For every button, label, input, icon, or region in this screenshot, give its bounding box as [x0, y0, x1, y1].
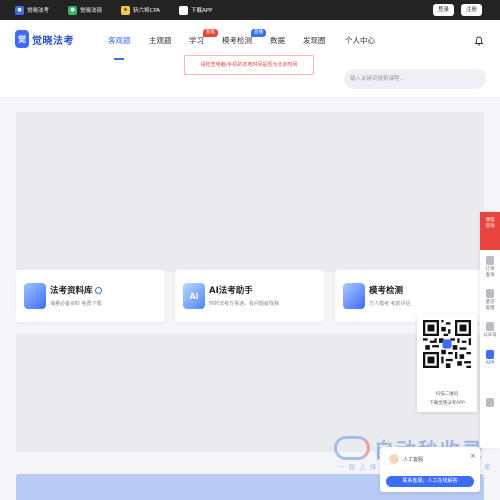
topbar-link-label: 斩六将CPA [133, 8, 161, 14]
course-consult-button[interactable]: 课程 咨询 [480, 212, 500, 250]
ai-assistant-icon: Ai [183, 283, 205, 309]
app-qr-popup: 扫描二维码 下载觉晓法考APP [417, 314, 477, 412]
card-title: AI法考助手 [209, 286, 253, 296]
nav-item-mock-exam[interactable]: 模考检测 [222, 35, 252, 46]
juexiao-logo-icon: ● [15, 5, 24, 15]
time-notice: 请检查电脑/手机的本地时间是否为北京时间 [184, 55, 314, 75]
fashuo-logo-icon: ● [68, 5, 77, 15]
arrow-up-icon [486, 398, 494, 407]
rail-top[interactable] [480, 398, 500, 409]
apple-icon [179, 5, 188, 15]
rail-feedback[interactable]: 意见 反馈 [480, 289, 500, 312]
register-button[interactable]: 注册 [461, 4, 483, 16]
nav-item-discover[interactable]: 发现圈 [303, 35, 326, 46]
contact-service-button[interactable]: 联系客服，人工在线解答 [386, 476, 474, 487]
card-subtitle: 你的法考万事通，有问题就找我 [209, 301, 280, 307]
side-rail: 课程 咨询 订单 查询 意见 反馈 公众号 APP [480, 212, 500, 448]
card-resource-library[interactable]: 法考资料库 海量必备资料 免费下载 [16, 270, 165, 322]
exam-paper-icon [343, 283, 365, 309]
topbar-link-fashuo[interactable]: ● 觉晓法硕 [68, 4, 102, 16]
bell-icon[interactable] [474, 36, 484, 46]
card-title: 法考资料库 [50, 284, 102, 296]
customer-service-popup: 人工客服 × 联系客服，人工在线解答 [380, 447, 480, 492]
card-subtitle: 万人模考 考前评估 [369, 301, 411, 307]
phone-icon [486, 350, 494, 359]
verified-icon [94, 287, 102, 294]
topbar-link-label: 下载APP [191, 8, 213, 14]
watermark-logo-icon [334, 436, 370, 460]
live-badge: 直播 [251, 29, 266, 37]
topbar-link-label: 觉晓法硕 [80, 8, 103, 14]
top-bar: ● 觉晓法考 ● 觉晓法硕 ★ 斩六将CPA 下载APP 登录 注册 [0, 0, 500, 20]
rail-label: 公众号 [483, 333, 497, 338]
card-title: 模考检测 [369, 286, 404, 296]
rail-label: 课程 咨询 [485, 218, 495, 229]
search-input[interactable] [344, 69, 486, 89]
rail-order-query[interactable]: 订单 查询 [480, 256, 500, 279]
book-stack-icon [24, 283, 46, 309]
rail-label: 意见 反馈 [485, 300, 495, 311]
qr-caption-2: 下载觉晓法考APP [429, 401, 465, 406]
logo-text: 觉晓法考 [32, 35, 74, 47]
qr-code-image [423, 320, 471, 368]
nav-item-objective[interactable]: 客观题 [108, 35, 131, 46]
wechat-icon [486, 322, 494, 331]
login-button[interactable]: 登录 [433, 4, 455, 16]
logo-icon: 觉 [15, 30, 29, 48]
new-badge: 新版 [203, 29, 218, 37]
site-logo[interactable]: 觉 觉晓法考 [15, 30, 74, 48]
nav-item-data[interactable]: 数据 [270, 35, 285, 46]
order-icon [486, 256, 494, 265]
rail-label: APP [485, 361, 495, 366]
topbar-link-cpa[interactable]: ★ 斩六将CPA [121, 4, 160, 16]
card-ai-assistant[interactable]: Ai AI法考助手 你的法考万事通，有问题就找我 [175, 270, 324, 322]
rail-wechat[interactable]: 公众号 [480, 322, 500, 339]
main-nav: 觉 觉晓法考 客观题 主观题 学习 新版 模考检测 直播 数据 发现圈 个人中心 [0, 20, 500, 60]
nav-item-study[interactable]: 学习 [189, 35, 204, 46]
card-subtitle: 海量必备资料 免费下载 [50, 301, 102, 307]
banner-placeholder[interactable] [16, 112, 484, 272]
agent-avatar [388, 453, 400, 465]
close-icon[interactable]: × [470, 452, 476, 460]
topbar-link-app[interactable]: 下载APP [179, 4, 212, 16]
agent-name: 人工客服 [403, 457, 424, 463]
feedback-icon [486, 289, 494, 298]
topbar-link-juexiao[interactable]: ● 觉晓法考 [15, 4, 49, 16]
rail-app[interactable]: APP [480, 350, 500, 367]
qr-caption-1: 扫描二维码 [435, 392, 459, 397]
rail-label: 订单 查询 [485, 267, 495, 278]
cpa-logo-icon: ★ [121, 5, 130, 15]
nav-item-profile[interactable]: 个人中心 [345, 35, 375, 46]
nav-item-subjective[interactable]: 主观题 [149, 35, 172, 46]
topbar-link-label: 觉晓法考 [27, 8, 50, 14]
feature-cards: 法考资料库 海量必备资料 免费下载 Ai AI法考助手 你的法考万事通，有问题就… [16, 270, 484, 322]
